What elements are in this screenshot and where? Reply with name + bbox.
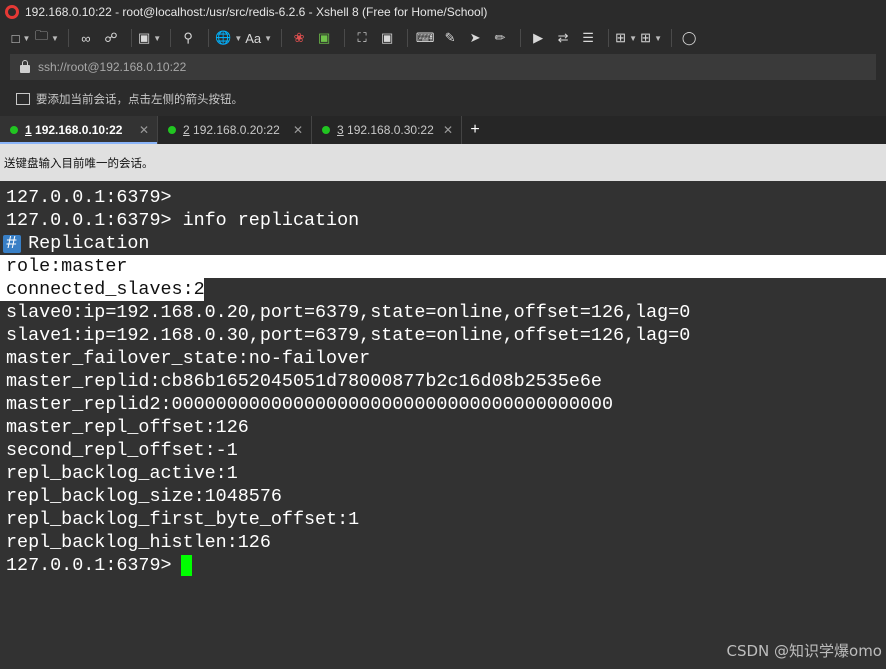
terminal-cursor: [181, 555, 192, 576]
toolbar-divider: [170, 29, 172, 47]
tab-session-1[interactable]: 1 192.168.0.10:22 ✕: [0, 116, 158, 144]
new-tab-button[interactable]: +: [462, 116, 488, 144]
terminal-line: repl_backlog_histlen:126: [6, 532, 271, 553]
toolbar-divider: [407, 29, 409, 47]
tab-session-3[interactable]: 3 192.168.0.30:22 ✕: [312, 116, 462, 144]
title-bar: 192.168.0.10:22 - root@localhost:/usr/sr…: [0, 0, 886, 24]
send-keys-bar: 送键盘输入目前唯一的会话。: [0, 144, 886, 181]
terminal-line: master_replid2:0000000000000000000000000…: [6, 394, 613, 415]
toolbar-divider: [281, 29, 283, 47]
tab-label: 192.168.0.20:22: [193, 123, 280, 137]
terminal-line: connected_slaves:2: [6, 279, 205, 300]
font-label: Aa: [245, 30, 262, 46]
terminal-line: role:master: [6, 256, 128, 277]
script-icon[interactable]: ✏: [489, 27, 511, 49]
terminal-line: # Replication: [6, 233, 150, 254]
toolbar-divider: [67, 29, 69, 47]
terminal-line: repl_backlog_size:1048576: [6, 486, 282, 507]
toolbar: □ ▼ 🗀 ▼ ∞ ☍ ▣ ▼ ⚲ 🌐 ▼ Aa ▼ ❀ ▣ ⛶ ▣ ⌨ ✎ ➤ ✏ ▶ …: [0, 24, 886, 52]
selection-highlight: [0, 255, 886, 278]
keyboard-icon[interactable]: ⌨: [414, 27, 436, 49]
tab-number: 1: [25, 123, 32, 137]
terminal-line: 127.0.0.1:6379> info replication: [6, 210, 360, 231]
toolbar-divider: [344, 29, 346, 47]
address-bar: ssh://root@192.168.0.10:22: [0, 52, 886, 82]
session-hint-bar: 要添加当前会话，点击左侧的箭头按钮。: [0, 82, 886, 116]
connected-status-icon: [168, 126, 176, 134]
add-icon[interactable]: ⊞ ▼: [615, 27, 637, 49]
terminal-line: master_repl_offset:126: [6, 417, 249, 438]
compose-icon[interactable]: ☰: [577, 27, 599, 49]
lock-icon[interactable]: ▣: [376, 27, 398, 49]
connected-status-icon: [10, 126, 18, 134]
tab-label: 192.168.0.30:22: [347, 123, 434, 137]
tab-number: 2: [183, 123, 190, 137]
fullscreen-icon[interactable]: ⛶: [351, 27, 373, 49]
terminal-line: slave0:ip=192.168.0.20,port=6379,state=o…: [6, 302, 691, 323]
terminal-line: slave1:ip=192.168.0.30,port=6379,state=o…: [6, 325, 691, 346]
terminal-line: master_replid:cb86b1652045051d78000877b2…: [6, 371, 602, 392]
address-value: ssh://root@192.168.0.10:22: [38, 60, 187, 74]
terminal-line: second_repl_offset:-1: [6, 440, 238, 461]
help-icon[interactable]: ◯: [678, 27, 700, 49]
terminal-line: repl_backlog_active:1: [6, 463, 238, 484]
tab-label: 192.168.0.10:22: [35, 123, 123, 137]
toolbar-divider: [671, 29, 673, 47]
send-keys-text: 送键盘输入目前唯一的会话。: [4, 157, 154, 170]
close-icon[interactable]: ✕: [443, 123, 453, 137]
tab-session-2[interactable]: 2 192.168.0.20:22 ✕: [158, 116, 312, 144]
font-button[interactable]: Aa ▼: [245, 27, 272, 49]
transfer-icon[interactable]: ⇄: [552, 27, 574, 49]
xshell-logo-icon: [5, 5, 19, 19]
close-icon[interactable]: ✕: [139, 123, 149, 137]
toolbar-divider: [608, 29, 610, 47]
session-hint-text: 要添加当前会话，点击左侧的箭头按钮。: [36, 94, 243, 106]
terminal-line: 127.0.0.1:6379>: [6, 555, 183, 576]
toolbar-divider: [130, 29, 132, 47]
terminal-line: master_failover_state:no-failover: [6, 348, 371, 369]
terminal-line: repl_backlog_first_byte_offset:1: [6, 509, 360, 530]
new-session-icon[interactable]: □ ▼: [10, 27, 32, 49]
address-field[interactable]: ssh://root@192.168.0.10:22: [10, 54, 876, 80]
highlight-icon[interactable]: ✎: [439, 27, 461, 49]
tab-number: 3: [337, 123, 344, 137]
watermark: CSDN @知识学爆omo: [726, 642, 882, 660]
session-arrow-icon[interactable]: [16, 93, 30, 105]
disconnect-icon[interactable]: ☍: [100, 27, 122, 49]
window-title: 192.168.0.10:22 - root@localhost:/usr/sr…: [25, 5, 488, 19]
connected-status-icon: [322, 126, 330, 134]
xftp-icon[interactable]: ▣: [313, 27, 335, 49]
terminal-line: 127.0.0.1:6379>: [6, 187, 172, 208]
xshell-icon[interactable]: ❀: [288, 27, 310, 49]
open-folder-icon[interactable]: 🗀 ▼: [35, 27, 59, 49]
close-icon[interactable]: ✕: [293, 123, 303, 137]
lock-icon: [20, 60, 30, 73]
globe-icon[interactable]: 🌐 ▼: [215, 27, 242, 49]
toolbar-divider: [208, 29, 210, 47]
search-icon[interactable]: ⚲: [177, 27, 199, 49]
properties-icon[interactable]: ▣ ▼: [138, 27, 161, 49]
terminal[interactable]: 127.0.0.1:6379> 127.0.0.1:6379> info rep…: [0, 181, 886, 669]
layout-icon[interactable]: ⊞ ▼: [640, 27, 662, 49]
session-tabs: 1 192.168.0.10:22 ✕ 2 192.168.0.20:22 ✕ …: [0, 116, 886, 144]
toolbar-divider: [520, 29, 522, 47]
run-icon[interactable]: ▶: [527, 27, 549, 49]
send-icon[interactable]: ➤: [464, 27, 486, 49]
reconnect-icon[interactable]: ∞: [75, 27, 97, 49]
